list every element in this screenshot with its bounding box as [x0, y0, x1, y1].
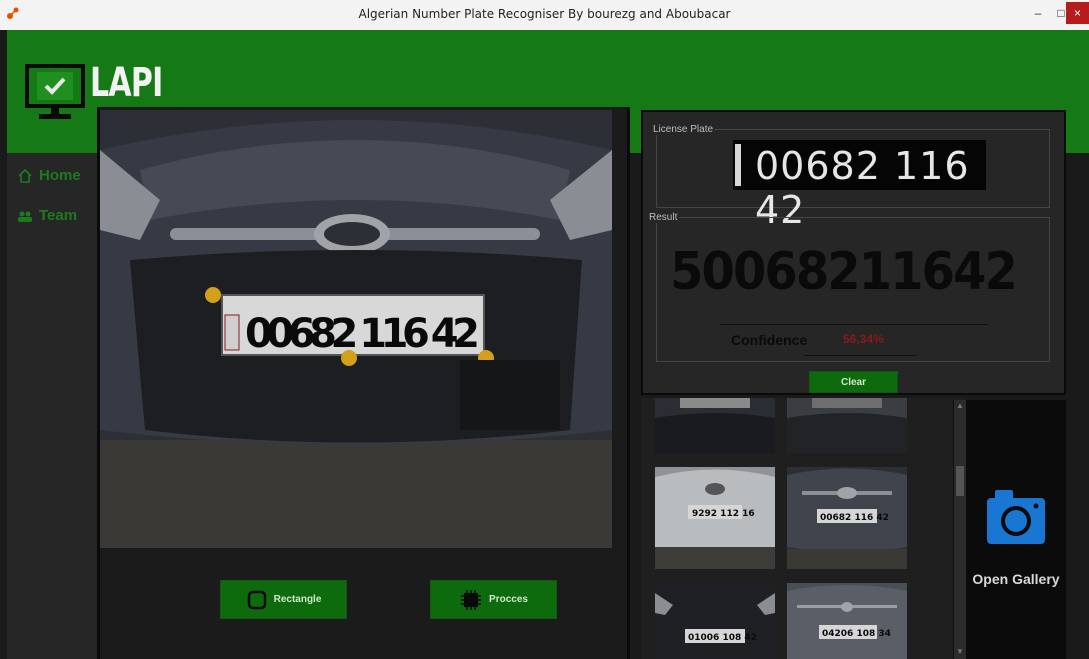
corner-marker[interactable]: [341, 350, 357, 366]
gallery-thumbnail[interactable]: 00682 116 42: [787, 467, 907, 569]
sidebar-item-label: Team: [39, 207, 78, 224]
monitor-check-icon: [25, 64, 85, 119]
window-edge: [1066, 153, 1089, 659]
car-plate-text: 00682 116 42: [245, 311, 480, 357]
divider: [804, 355, 917, 356]
rectangle-select-icon: [247, 590, 266, 609]
open-gallery-label: Open Gallery: [972, 571, 1060, 587]
confidence-label: Confidence: [731, 332, 808, 348]
cpu-icon: [461, 589, 482, 610]
plate-flag-strip: [735, 144, 741, 186]
scroll-down-arrow-icon[interactable]: ▼: [956, 647, 964, 656]
car-thumbnail-image: 9292 112 16: [655, 467, 775, 569]
gallery-thumbnail[interactable]: 01006 108 42: [655, 583, 775, 659]
car-image-view: 00682 116 42: [100, 110, 612, 548]
scroll-up-arrow-icon[interactable]: ▲: [956, 401, 964, 410]
gallery-thumbnail[interactable]: 9292 112 16: [655, 467, 775, 569]
open-gallery-button[interactable]: Open Gallery: [966, 400, 1066, 659]
gallery-thumbnail[interactable]: [787, 398, 907, 453]
users-icon: [18, 211, 32, 222]
thumbnail-plate-text: 01006 108 42: [688, 633, 757, 643]
plate-result-value: 50068211642: [670, 242, 1018, 302]
result-title: Result: [647, 212, 680, 223]
car-thumbnail-image: 01006 108 42: [655, 583, 775, 659]
sidebar-item-team[interactable]: Team: [17, 207, 77, 224]
thumbnail-plate-text: 9292 112 16: [692, 509, 755, 519]
rectangle-button[interactable]: Rectangle: [220, 580, 347, 619]
image-gallery: 9292 112 16 00682 116 42 01006 108 42 04…: [641, 398, 966, 659]
car-thumbnail-image: [787, 398, 907, 453]
sidebar-item-home[interactable]: Home: [17, 167, 81, 184]
title-bar: Algerian Number Plate Recogniser By bour…: [0, 0, 1089, 30]
sidebar-item-label: Home: [39, 167, 81, 184]
corner-marker[interactable]: [205, 287, 221, 303]
process-button-label: Procces: [489, 594, 528, 605]
app-name: LAPI: [90, 60, 163, 106]
gallery-thumbnail[interactable]: [655, 398, 775, 453]
thumbnail-plate-text: 00682 116 42: [820, 513, 889, 523]
close-button[interactable]: ×: [1066, 2, 1089, 24]
rectangle-button-label: Rectangle: [273, 594, 322, 605]
gallery-scrollbar[interactable]: ▲ ▼: [953, 400, 966, 659]
gallery-thumbnail[interactable]: 04206 108 34: [787, 583, 907, 659]
home-icon: [18, 168, 32, 183]
camera-icon: [987, 490, 1045, 544]
confidence-value: 56,34%: [843, 332, 884, 346]
divider: [720, 324, 988, 325]
car-thumbnail-image: [655, 398, 775, 453]
license-plate-title: License Plate: [651, 124, 716, 135]
car-thumbnail-image: 04206 108 34: [787, 583, 907, 659]
thumbnail-plate-text: 04206 108 34: [822, 629, 891, 639]
scroll-thumb[interactable]: [956, 466, 964, 496]
window-title: Algerian Number Plate Recogniser By bour…: [358, 7, 731, 21]
sidebar: Home Team: [7, 153, 99, 659]
car-front-image: 00682 116 42: [100, 110, 612, 548]
clear-button[interactable]: Clear: [809, 371, 898, 393]
car-thumbnail-image: 00682 116 42: [787, 467, 907, 569]
plate-crop-image: 00682 116 42: [733, 140, 986, 232]
process-button[interactable]: Procces: [430, 580, 557, 619]
